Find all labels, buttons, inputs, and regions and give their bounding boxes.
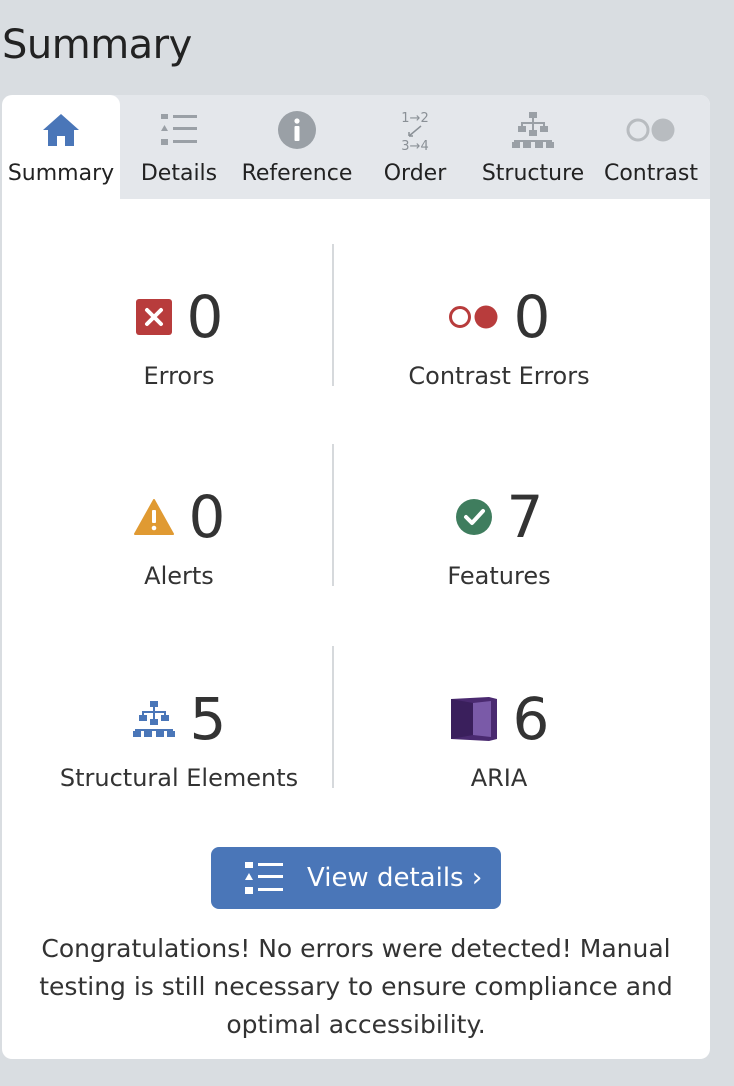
tab-order-label: Order: [383, 161, 447, 186]
contrast-error-icon: [448, 305, 498, 329]
aria-label: ARIA: [470, 764, 528, 792]
summary-panel: Summary Details Reference 1→2 3→4 Order …: [2, 95, 710, 1059]
view-details-label: View details ›: [307, 863, 483, 893]
congratulations-message: Congratulations! No errors were detected…: [39, 934, 673, 1039]
info-icon: [267, 107, 327, 153]
order-icon-bottom: 3→4: [401, 139, 428, 152]
aria-count: 6: [512, 685, 550, 753]
structural-elements-count: 5: [189, 685, 227, 753]
tab-summary-label: Summary: [7, 161, 115, 186]
tab-details[interactable]: Details: [120, 95, 238, 199]
page-title: Summary: [2, 22, 192, 68]
stat-errors: 0 Errors: [14, 244, 344, 390]
error-icon: [135, 299, 172, 335]
tab-reference[interactable]: Reference: [238, 95, 356, 199]
tab-reference-label: Reference: [241, 161, 353, 186]
errors-count: 0: [186, 283, 224, 351]
contrast-icon: [621, 107, 681, 153]
order-icon-top: 1→2: [401, 111, 428, 126]
tab-structure[interactable]: Structure: [474, 95, 592, 199]
home-icon: [31, 107, 91, 153]
list-icon: [245, 862, 283, 894]
tab-summary[interactable]: Summary: [2, 95, 120, 199]
tab-bar: Summary Details Reference 1→2 3→4 Order …: [2, 95, 710, 199]
list-icon: [149, 107, 209, 153]
view-details-button[interactable]: View details ›: [211, 847, 501, 909]
contrast-errors-count: 0: [513, 283, 551, 351]
tab-order[interactable]: 1→2 3→4 Order: [356, 95, 474, 199]
alerts-label: Alerts: [144, 562, 214, 590]
tab-structure-label: Structure: [481, 161, 585, 186]
structure-icon: [503, 107, 563, 153]
structural-elements-label: Structural Elements: [59, 764, 299, 792]
alerts-count: 0: [188, 483, 226, 551]
stat-alerts: 0 Alerts: [14, 444, 344, 590]
errors-label: Errors: [143, 362, 215, 390]
feature-icon: [455, 499, 492, 535]
structure-icon: [132, 701, 175, 737]
stat-structural-elements: 5 Structural Elements: [14, 646, 344, 792]
stat-aria: 6 ARIA: [334, 646, 664, 792]
tab-contrast[interactable]: Contrast: [592, 95, 710, 199]
features-count: 7: [506, 483, 544, 551]
features-label: Features: [447, 562, 551, 590]
stat-contrast-errors: 0 Contrast Errors: [334, 244, 664, 390]
contrast-errors-label: Contrast Errors: [408, 362, 590, 390]
order-icon: 1→2 3→4: [385, 107, 445, 153]
alert-icon: [133, 499, 174, 535]
stat-features: 7 Features: [334, 444, 664, 590]
aria-icon: [450, 697, 497, 741]
tab-details-label: Details: [140, 161, 218, 186]
tab-contrast-label: Contrast: [603, 161, 698, 186]
